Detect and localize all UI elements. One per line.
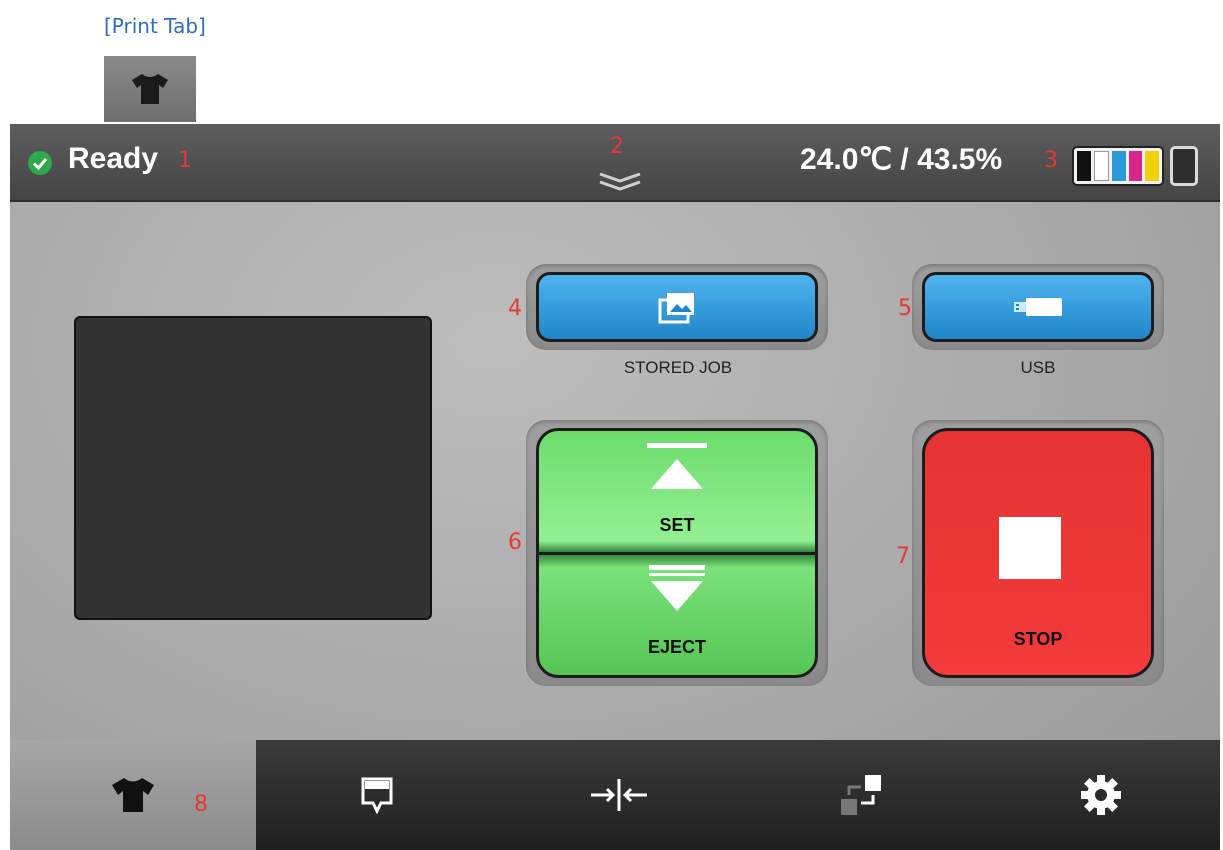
ink-level-gauge[interactable] [1072, 146, 1164, 186]
status-text: Ready [68, 142, 159, 175]
check-icon [28, 151, 52, 175]
printer-panel-screen: Ready 1 2 24.0℃ / 43.5% 3 4 STORED JOB 5… [10, 124, 1220, 850]
expand-chevron-button[interactable] [597, 168, 643, 198]
tab-settings[interactable] [982, 740, 1220, 850]
stop-button[interactable]: STOP [922, 428, 1154, 678]
stored-job-label: STORED JOB [623, 358, 733, 377]
ink-black-bar [1077, 151, 1091, 181]
align-icon [591, 779, 647, 811]
ink-pod-icon [361, 777, 393, 815]
ink-cyan-bar [1112, 151, 1126, 181]
usb-label: USB [1020, 358, 1056, 377]
stop-label: STOP [1013, 629, 1063, 649]
ink-magenta-bar [1128, 151, 1143, 181]
callout-7: 7 [896, 544, 910, 569]
platen-down-icon [649, 565, 705, 611]
set-label: SET [659, 515, 695, 535]
tab-align[interactable] [498, 740, 740, 850]
transfer-icon [841, 775, 881, 815]
gear-icon [1081, 775, 1121, 815]
stored-job-button[interactable] [536, 272, 818, 342]
callout-5: 5 [898, 296, 912, 321]
document-caption: [Print Tab] [104, 14, 206, 38]
usb-button[interactable] [922, 272, 1154, 342]
status-bar: Ready 1 2 24.0℃ / 43.5% 3 [10, 124, 1220, 202]
callout-8: 8 [194, 792, 208, 817]
eject-label: EJECT [647, 637, 707, 657]
temperature-humidity-readout: 24.0℃ / 43.5% [800, 143, 1003, 176]
bottom-nav-bar: 8 [10, 740, 1220, 850]
stored-job-frame [526, 264, 828, 350]
stop-frame: STOP [912, 420, 1164, 686]
print-tab-thumbnail [104, 56, 196, 122]
eject-button[interactable]: EJECT [539, 553, 815, 675]
gallery-icon [658, 293, 694, 324]
tab-ink[interactable] [256, 740, 498, 850]
usb-frame [912, 264, 1164, 350]
print-preview-area [74, 316, 432, 620]
callout-1: 1 [178, 148, 192, 173]
ink-white-bar [1093, 151, 1110, 181]
tshirt-icon [132, 74, 168, 104]
ink-yellow-bar [1145, 151, 1159, 181]
platen-up-icon [647, 443, 707, 489]
waste-ink-gauge[interactable] [1170, 146, 1198, 186]
callout-2: 2 [610, 134, 624, 159]
stop-square-icon [999, 517, 1061, 579]
tab-transfer[interactable] [740, 740, 982, 850]
set-button[interactable]: SET [539, 431, 815, 553]
double-chevron-down-icon [599, 172, 641, 191]
usb-drive-icon [1014, 298, 1062, 316]
callout-6: 6 [508, 530, 522, 555]
set-eject-button[interactable]: SET EJECT [536, 428, 818, 678]
callout-3: 3 [1044, 148, 1058, 173]
tshirt-icon [112, 778, 154, 812]
tab-print[interactable]: 8 [10, 740, 256, 850]
callout-4: 4 [508, 296, 522, 321]
set-eject-frame: SET EJECT [526, 420, 828, 686]
